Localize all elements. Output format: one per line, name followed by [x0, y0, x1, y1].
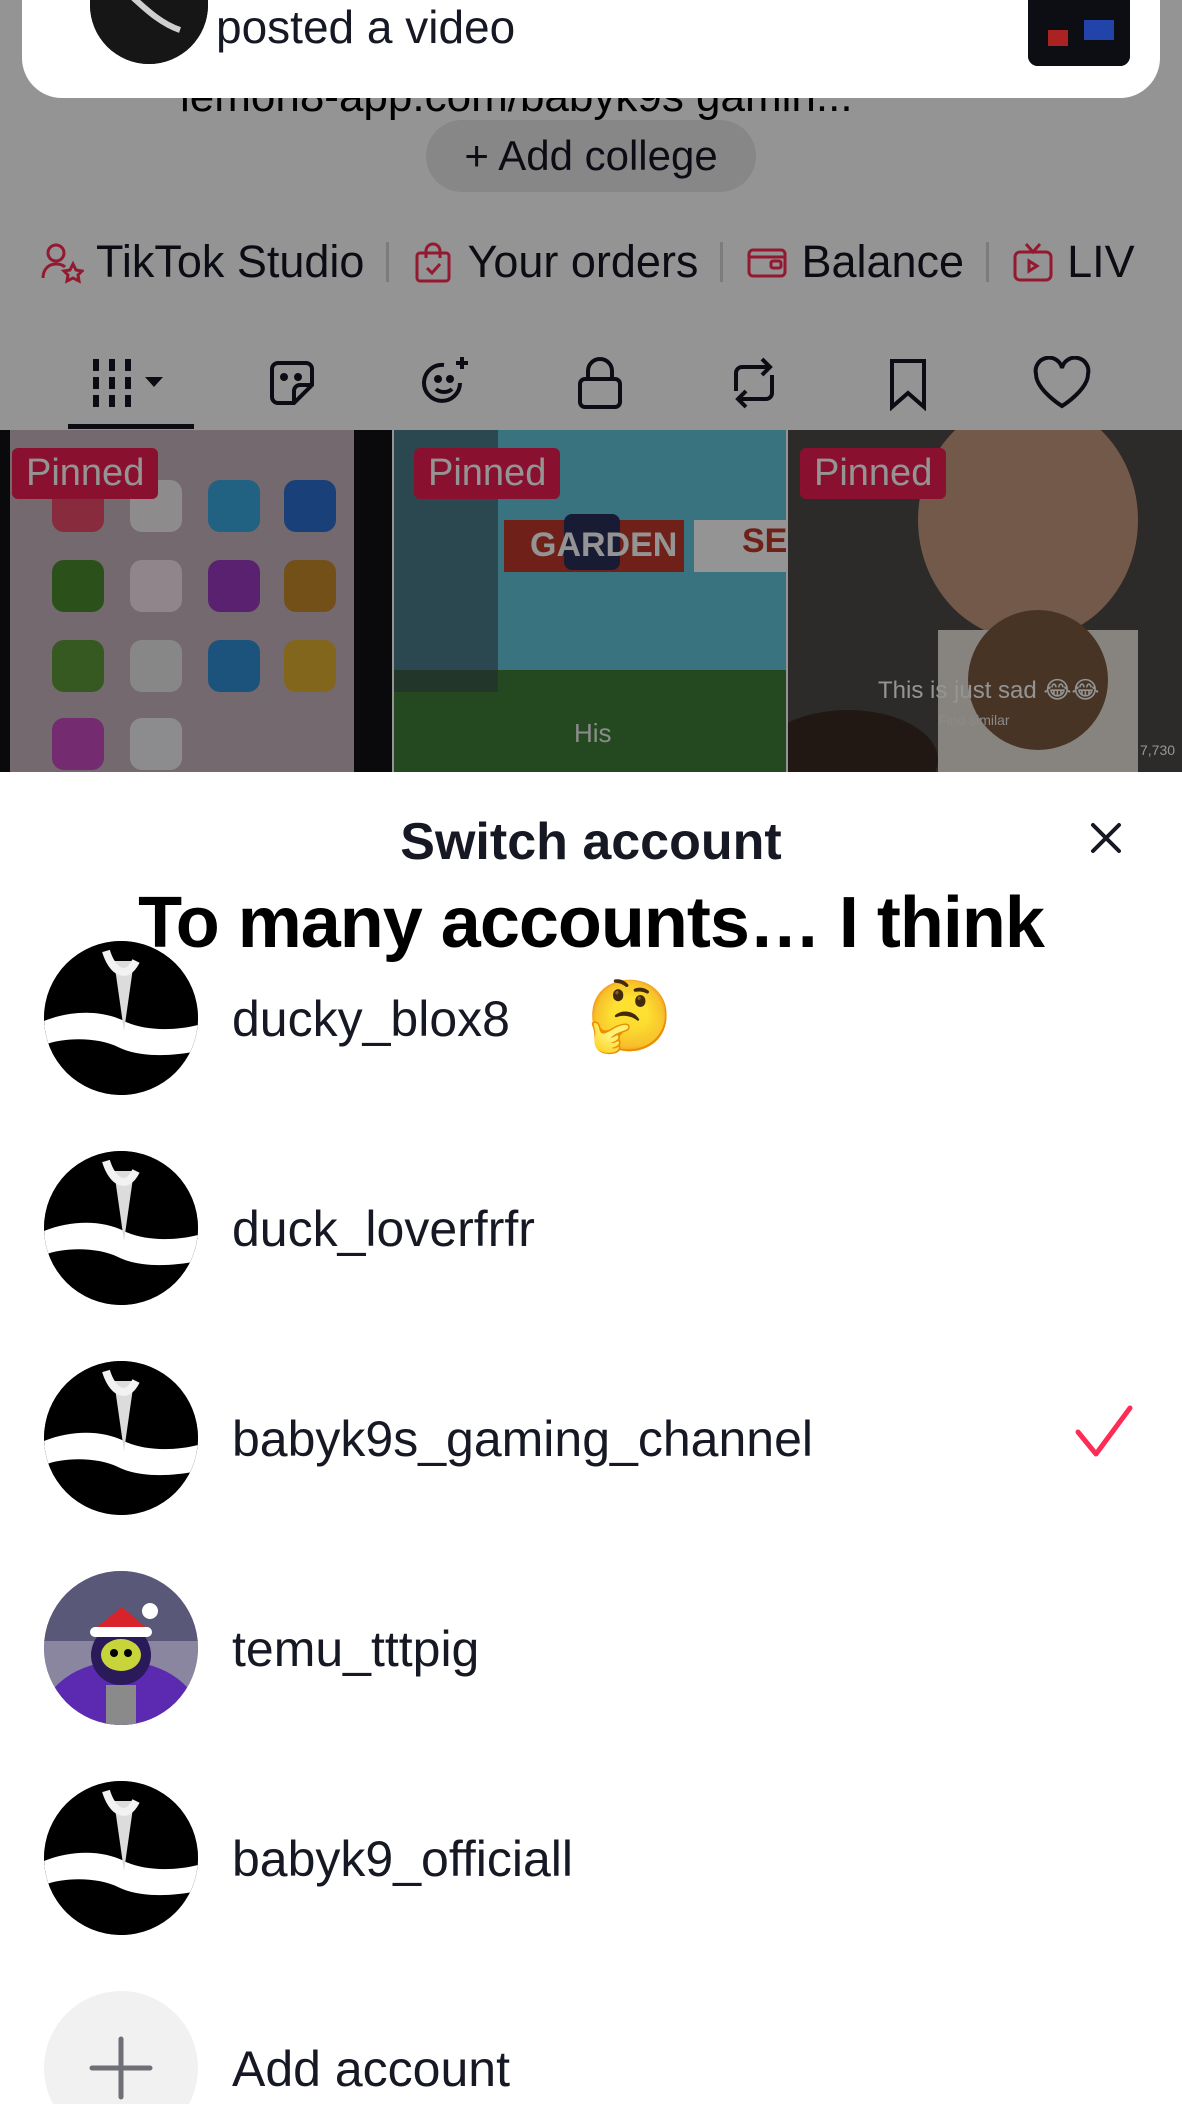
dim-overlay[interactable]: [0, 0, 1182, 772]
account-row-babyk9s-gaming-channel[interactable]: babyk9s_gaming_channel: [0, 1348, 1182, 1528]
account-name: babyk9_officiall: [232, 1831, 573, 1887]
add-account-label: Add account: [232, 2041, 510, 2097]
add-account-button[interactable]: Add account: [0, 1978, 1182, 2104]
account-name: temu_tttpig: [232, 1621, 480, 1677]
avatar: [44, 941, 198, 1095]
account-row-babyk9-officiall[interactable]: babyk9_officiall: [0, 1768, 1182, 1948]
avatar: [44, 1151, 198, 1305]
add-account-circle: [44, 1991, 198, 2104]
close-button[interactable]: [1080, 812, 1132, 864]
avatar: [44, 1361, 198, 1515]
account-row-temu-tttpig[interactable]: temu_tttpig: [0, 1558, 1182, 1738]
account-name: babyk9s_gaming_channel: [232, 1411, 813, 1467]
switch-account-sheet: Switch account To many accounts… I think…: [0, 772, 1182, 2104]
thinking-face-icon: 🤔: [586, 977, 674, 1055]
account-row-ducky-blox8[interactable]: ducky_blox8 🤔: [0, 928, 1182, 1108]
close-icon: [1091, 823, 1121, 853]
account-name: ducky_blox8: [232, 991, 510, 1047]
account-name: duck_loverfrfr: [232, 1201, 535, 1257]
avatar: [44, 1781, 198, 1935]
sheet-title: Switch account: [400, 813, 782, 871]
account-row-duck-loverfrfr[interactable]: duck_loverfrfr: [0, 1138, 1182, 1318]
checkmark-icon: [1075, 1405, 1133, 1457]
notification-avatar: [90, 0, 208, 64]
notification-thumbnail: [1028, 0, 1130, 66]
notification-text: posted a video: [216, 1, 516, 53]
plus-icon: [89, 2036, 153, 2100]
notification-banner[interactable]: posted a video: [22, 0, 1160, 98]
avatar: [44, 1571, 198, 1725]
